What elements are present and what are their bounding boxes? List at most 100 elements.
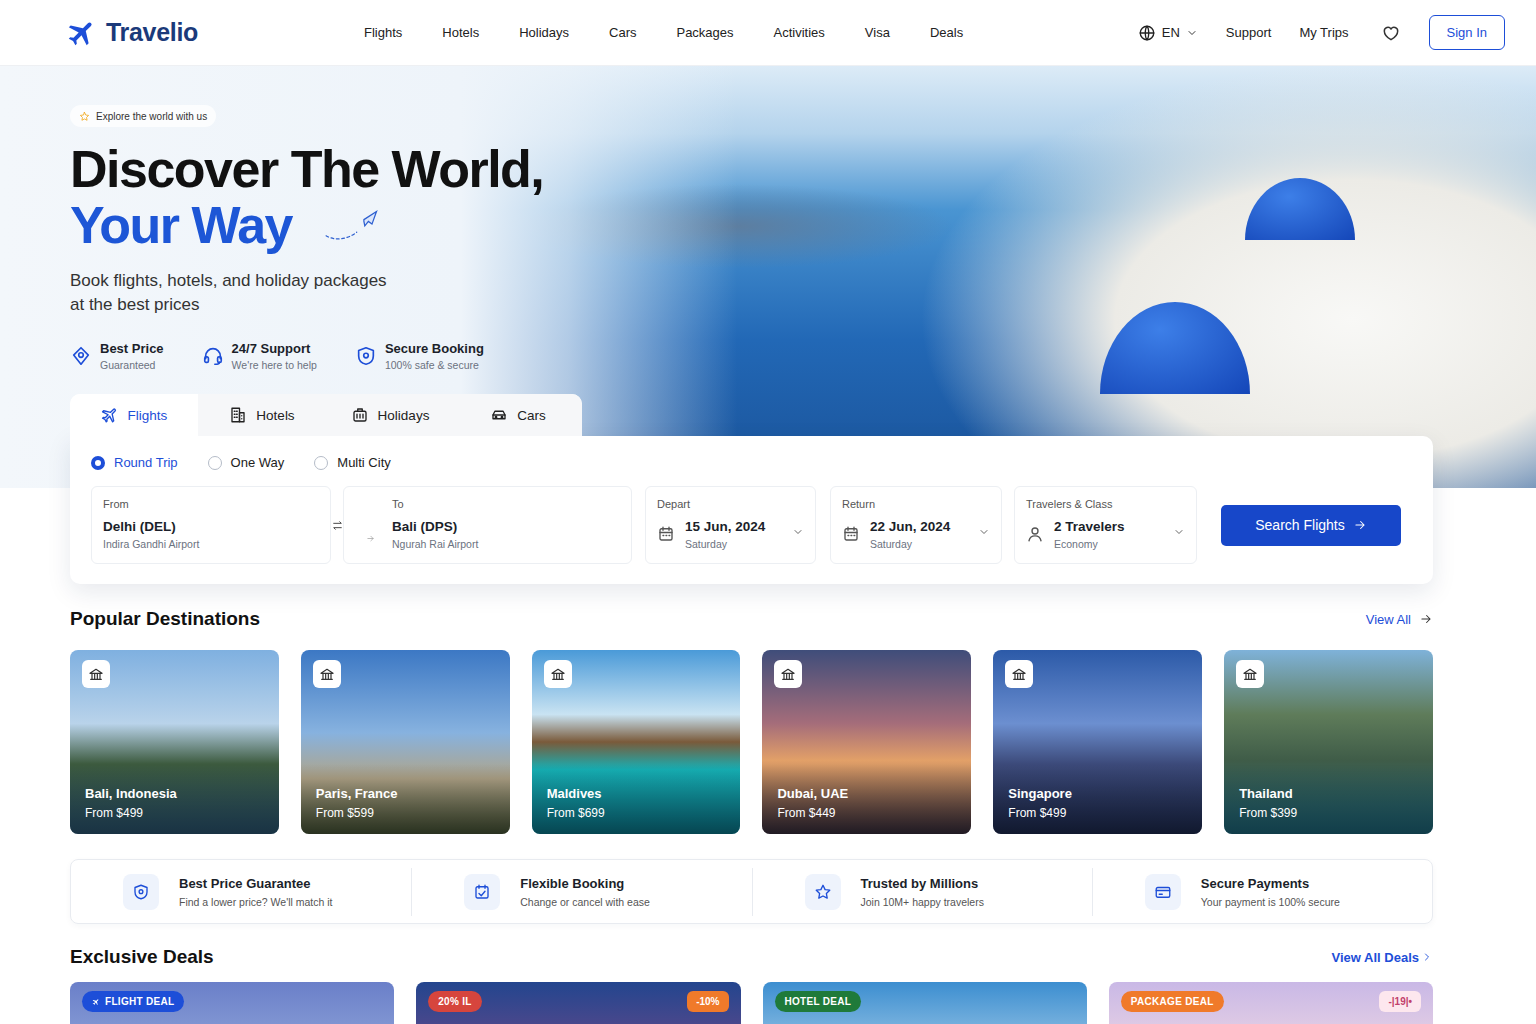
deal-card[interactable]: PACKAGE DEAL -|19|• (1109, 982, 1433, 1024)
dome-decor (1245, 178, 1355, 240)
globe-icon (1138, 24, 1156, 42)
nav-item[interactable]: Holidays (519, 25, 569, 40)
header-actions: EN Support My Trips Sign In (1138, 15, 1505, 50)
search-tab[interactable]: Holidays (326, 394, 454, 436)
search-tab[interactable]: Hotels (198, 394, 326, 436)
destination-card[interactable]: Maldives From $699 (532, 650, 741, 834)
nav-item[interactable]: Visa (865, 25, 890, 40)
landmark-icon (88, 666, 104, 682)
wishlist-button[interactable] (1381, 23, 1401, 43)
hero-features: Best Price Guaranteed 24/7 Support We're… (70, 339, 1433, 373)
discount-badge: -10% (687, 991, 728, 1012)
arrow-right-icon (1419, 612, 1433, 626)
hero-title: Discover The World, (70, 141, 1433, 197)
card-icon (1154, 883, 1172, 901)
logo[interactable]: Travelio (66, 17, 364, 49)
deal-badge: FLIGHT DEAL (82, 991, 184, 1012)
trip-type-radio[interactable]: Round Trip (91, 455, 178, 470)
hero-feature: 24/7 Support We're here to help (202, 341, 317, 371)
main-nav: Flights Hotels Holidays Cars Packages Activit… (364, 25, 963, 40)
calendar-edit-icon (473, 883, 491, 901)
benefit-item: Trusted by Millions Join 10M+ happy trav… (752, 868, 1092, 916)
destination-card[interactable]: Paris, France From $599 (301, 650, 510, 834)
brand-name: Travelio (106, 18, 198, 47)
search-flights-button[interactable]: Search Flights (1221, 505, 1401, 546)
destination-card[interactable]: Dubai, UAE From $449 (762, 650, 971, 834)
header-link[interactable]: Support (1226, 25, 1272, 40)
radio-circle (91, 456, 105, 470)
chev-right-icon (1421, 951, 1433, 963)
deal-badge: 20% IL (428, 991, 481, 1012)
landmark-icon (1011, 666, 1027, 682)
nav-item[interactable]: Hotels (442, 25, 479, 40)
shield-icon (132, 883, 150, 901)
trip-type-radio[interactable]: Multi City (314, 455, 390, 470)
chev-down-icon (792, 526, 804, 538)
chev-down-icon (1173, 526, 1185, 538)
section-title: Exclusive Deals (70, 944, 214, 970)
trip-type-radio[interactable]: One Way (208, 455, 285, 470)
header-link[interactable]: My Trips (1299, 25, 1348, 40)
arrow-right-icon (1353, 518, 1367, 532)
landmark-icon (780, 666, 796, 682)
travelers-field[interactable]: Travelers & Class 2 Travelers Economy (1014, 486, 1197, 564)
deal-list: FLIGHT DEAL 20% IL -10% HOTEL DEAL PACKA… (70, 982, 1433, 1024)
building-icon (229, 406, 247, 424)
destination-card[interactable]: Bali, Indonesia From $499 (70, 650, 279, 834)
hero-section: Explore the world with us Discover The W… (0, 66, 1536, 584)
radio-circle (208, 456, 222, 470)
deal-card[interactable]: FLIGHT DEAL (70, 982, 394, 1024)
depart-field[interactable]: Depart 15 Jun, 2024 Saturday (645, 486, 816, 564)
view-all-deals-link[interactable]: View All Deals (1332, 950, 1433, 965)
subtitle-line: Book flights, hotels, and holiday packag… (70, 269, 1433, 293)
search-tab[interactable]: Cars (454, 394, 582, 436)
benefit-item: Secure Payments Your payment is 100% sec… (1092, 868, 1432, 916)
nav-item[interactable]: Packages (676, 25, 733, 40)
destination-list: Bali, Indonesia From $499 Paris, France … (70, 650, 1433, 834)
shield-icon (355, 345, 377, 367)
language-selector[interactable]: EN (1138, 24, 1198, 42)
plane-logo-icon (66, 17, 98, 49)
hero-feature: Best Price Guaranteed (70, 341, 164, 371)
chev-down-icon (1186, 27, 1198, 39)
user-icon (1026, 525, 1044, 543)
plane-doodle-icon (322, 207, 386, 243)
landmark-icon (319, 666, 335, 682)
tag-icon (70, 345, 92, 367)
arrow-right-icon (366, 534, 375, 543)
destination-card[interactable]: Thailand From $399 (1224, 650, 1433, 834)
landmark-icon (550, 666, 566, 682)
subtitle-line: at the best prices (70, 293, 1433, 317)
hero-subtitle: Book flights, hotels, and holiday packag… (70, 269, 1433, 317)
nav-item[interactable]: Flights (364, 25, 402, 40)
top-header: Travelio Flights Hotels Holidays Cars Packag… (0, 0, 1536, 66)
headset-icon (202, 345, 224, 367)
deal-card[interactable]: HOTEL DEAL (763, 982, 1087, 1024)
view-all-link[interactable]: View All (1366, 612, 1433, 627)
language-label: EN (1162, 25, 1180, 40)
trip-type-group: Round Trip One Way Multi City (91, 436, 1400, 486)
to-field[interactable]: To Bali (DPS) Ngurah Rai Airport (343, 486, 632, 564)
star-icon (79, 111, 90, 122)
calendar-icon (842, 525, 860, 543)
benefit-item: Best Price Guarantee Find a lower price?… (71, 868, 411, 916)
destination-card[interactable]: Singapore From $499 (993, 650, 1202, 834)
heart-icon (1381, 23, 1401, 43)
sign-in-button[interactable]: Sign In (1429, 15, 1505, 50)
deal-card[interactable]: 20% IL -10% (416, 982, 740, 1024)
eyebrow-badge: Explore the world with us (70, 105, 216, 127)
from-field[interactable]: From Delhi (DEL) Indira Gandhi Airport (91, 486, 331, 564)
search-tab[interactable]: Flights (70, 394, 198, 436)
swap-button[interactable] (331, 519, 343, 532)
star-icon (814, 883, 832, 901)
return-field[interactable]: Return 22 Jun, 2024 Saturday (830, 486, 1002, 564)
swap-icon (331, 519, 344, 532)
discount-badge: -|19|• (1379, 991, 1421, 1012)
deals-header: Exclusive Deals View All Deals (70, 944, 1433, 970)
benefits-strip: Best Price Guarantee Find a lower price?… (70, 859, 1433, 924)
nav-item[interactable]: Cars (609, 25, 636, 40)
nav-item[interactable]: Deals (930, 25, 963, 40)
search-card: Round Trip One Way Multi City From Delhi… (70, 436, 1433, 584)
search-tabs: Flights Hotels Holidays Cars (70, 394, 582, 436)
nav-item[interactable]: Activities (774, 25, 825, 40)
